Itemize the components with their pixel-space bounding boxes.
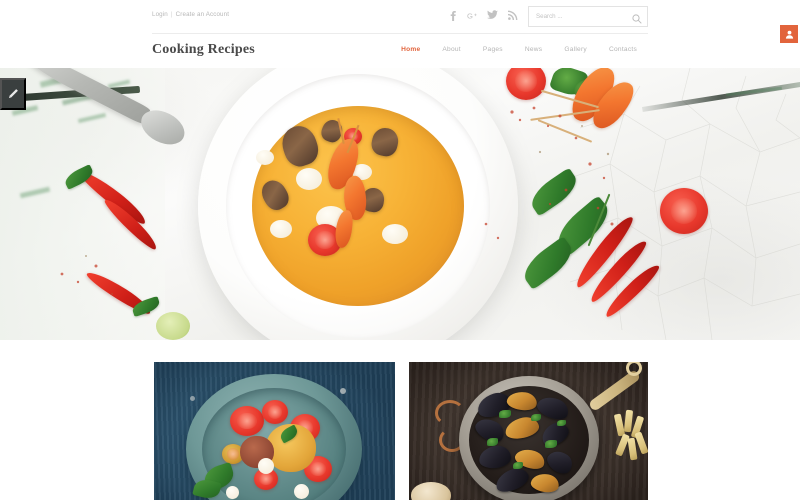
social-links: G bbox=[447, 9, 518, 21]
hero-slider[interactable] bbox=[0, 68, 800, 340]
featured-card-2[interactable] bbox=[409, 362, 648, 500]
search-input[interactable] bbox=[536, 7, 632, 26]
search-icon[interactable] bbox=[632, 12, 642, 24]
create-account-link[interactable]: Create an Account bbox=[176, 11, 229, 18]
page-root: Login | Create an Account G Search ... C… bbox=[0, 0, 800, 500]
topbar-inner: Login | Create an Account G bbox=[152, 0, 648, 34]
user-icon bbox=[785, 30, 794, 39]
hero-image bbox=[0, 68, 800, 340]
main-nav: Home About Pages News Gallery Contacts bbox=[390, 46, 648, 53]
nav-item-about[interactable]: About bbox=[431, 46, 471, 53]
spice-specks bbox=[60, 106, 614, 296]
user-account-button[interactable] bbox=[780, 25, 798, 43]
nav-item-gallery[interactable]: Gallery bbox=[553, 46, 598, 53]
pencil-icon bbox=[7, 88, 19, 100]
search-box[interactable] bbox=[528, 6, 648, 27]
login-link[interactable]: Login bbox=[152, 11, 168, 18]
site-header: Cooking Recipes Home About Pages News Ga… bbox=[0, 34, 800, 68]
nav-item-news[interactable]: News bbox=[514, 46, 554, 53]
google-plus-icon[interactable]: G bbox=[467, 9, 478, 21]
links-separator: | bbox=[170, 11, 173, 18]
site-logo[interactable]: Cooking Recipes bbox=[152, 42, 255, 58]
nav-item-pages[interactable]: Pages bbox=[472, 46, 514, 53]
featured-card-1[interactable] bbox=[154, 362, 395, 500]
facebook-icon[interactable] bbox=[447, 9, 458, 21]
header-inner: Cooking Recipes Home About Pages News Ga… bbox=[152, 34, 648, 68]
nav-item-home[interactable]: Home bbox=[390, 46, 431, 53]
rss-icon[interactable] bbox=[507, 9, 518, 21]
hero-edit-tab[interactable] bbox=[0, 78, 26, 110]
twitter-icon[interactable] bbox=[487, 9, 498, 21]
svg-text:G: G bbox=[467, 11, 473, 20]
featured-cards bbox=[0, 362, 800, 500]
account-links: Login | Create an Account bbox=[152, 11, 229, 18]
topbar: Login | Create an Account G bbox=[0, 0, 800, 34]
nav-item-contacts[interactable]: Contacts bbox=[598, 46, 648, 53]
